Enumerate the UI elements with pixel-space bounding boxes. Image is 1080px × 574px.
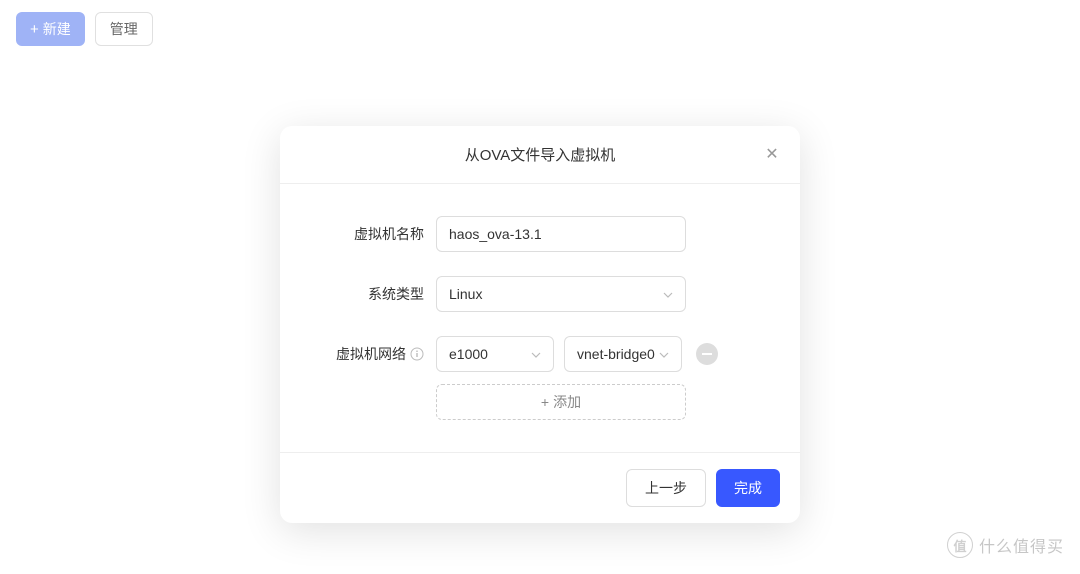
- manage-button-label: 管理: [110, 19, 138, 39]
- plus-icon: +: [541, 394, 549, 410]
- vm-name-input[interactable]: [436, 216, 686, 252]
- plus-icon: +: [30, 22, 39, 37]
- watermark-icon: 值: [947, 532, 973, 558]
- close-button[interactable]: ✕: [762, 144, 782, 164]
- add-label: 添加: [553, 392, 581, 412]
- modal-footer: 上一步 完成: [280, 452, 800, 523]
- finish-button[interactable]: 完成: [716, 469, 780, 507]
- modal-title: 从OVA文件导入虚拟机: [465, 144, 616, 165]
- manage-button[interactable]: 管理: [95, 12, 153, 46]
- new-button-label: 新建: [43, 19, 71, 39]
- minus-icon: [702, 353, 712, 355]
- chevron-down-icon: [659, 347, 669, 361]
- watermark-text: 什么值得买: [979, 533, 1064, 557]
- close-icon: ✕: [765, 144, 778, 164]
- info-icon[interactable]: [410, 347, 424, 361]
- modal-header: 从OVA文件导入虚拟机 ✕: [280, 126, 800, 184]
- vm-network-row: 虚拟机网络 e1000 vnet-bridge0: [316, 336, 764, 372]
- os-type-value: Linux: [449, 286, 482, 302]
- watermark: 值 什么值得买: [947, 532, 1064, 558]
- remove-network-button[interactable]: [696, 343, 718, 365]
- os-type-label: 系统类型: [316, 284, 436, 304]
- prev-button[interactable]: 上一步: [626, 469, 706, 507]
- os-type-row: 系统类型 Linux: [316, 276, 764, 312]
- new-button[interactable]: + 新建: [16, 12, 85, 46]
- network-type-select[interactable]: e1000: [436, 336, 554, 372]
- import-ova-modal: 从OVA文件导入虚拟机 ✕ 虚拟机名称 系统类型 Linux: [280, 126, 800, 523]
- network-type-value: e1000: [449, 346, 488, 362]
- network-bridge-value: vnet-bridge0: [577, 346, 655, 362]
- vm-name-label: 虚拟机名称: [316, 224, 436, 244]
- os-type-select[interactable]: Linux: [436, 276, 686, 312]
- chevron-down-icon: [531, 347, 541, 361]
- modal-body: 虚拟机名称 系统类型 Linux 虚拟机网络: [280, 184, 800, 452]
- vm-name-row: 虚拟机名称: [316, 216, 764, 252]
- add-network-button[interactable]: + 添加: [436, 384, 686, 420]
- chevron-down-icon: [663, 287, 673, 301]
- network-bridge-select[interactable]: vnet-bridge0: [564, 336, 682, 372]
- vm-network-label: 虚拟机网络: [316, 344, 436, 364]
